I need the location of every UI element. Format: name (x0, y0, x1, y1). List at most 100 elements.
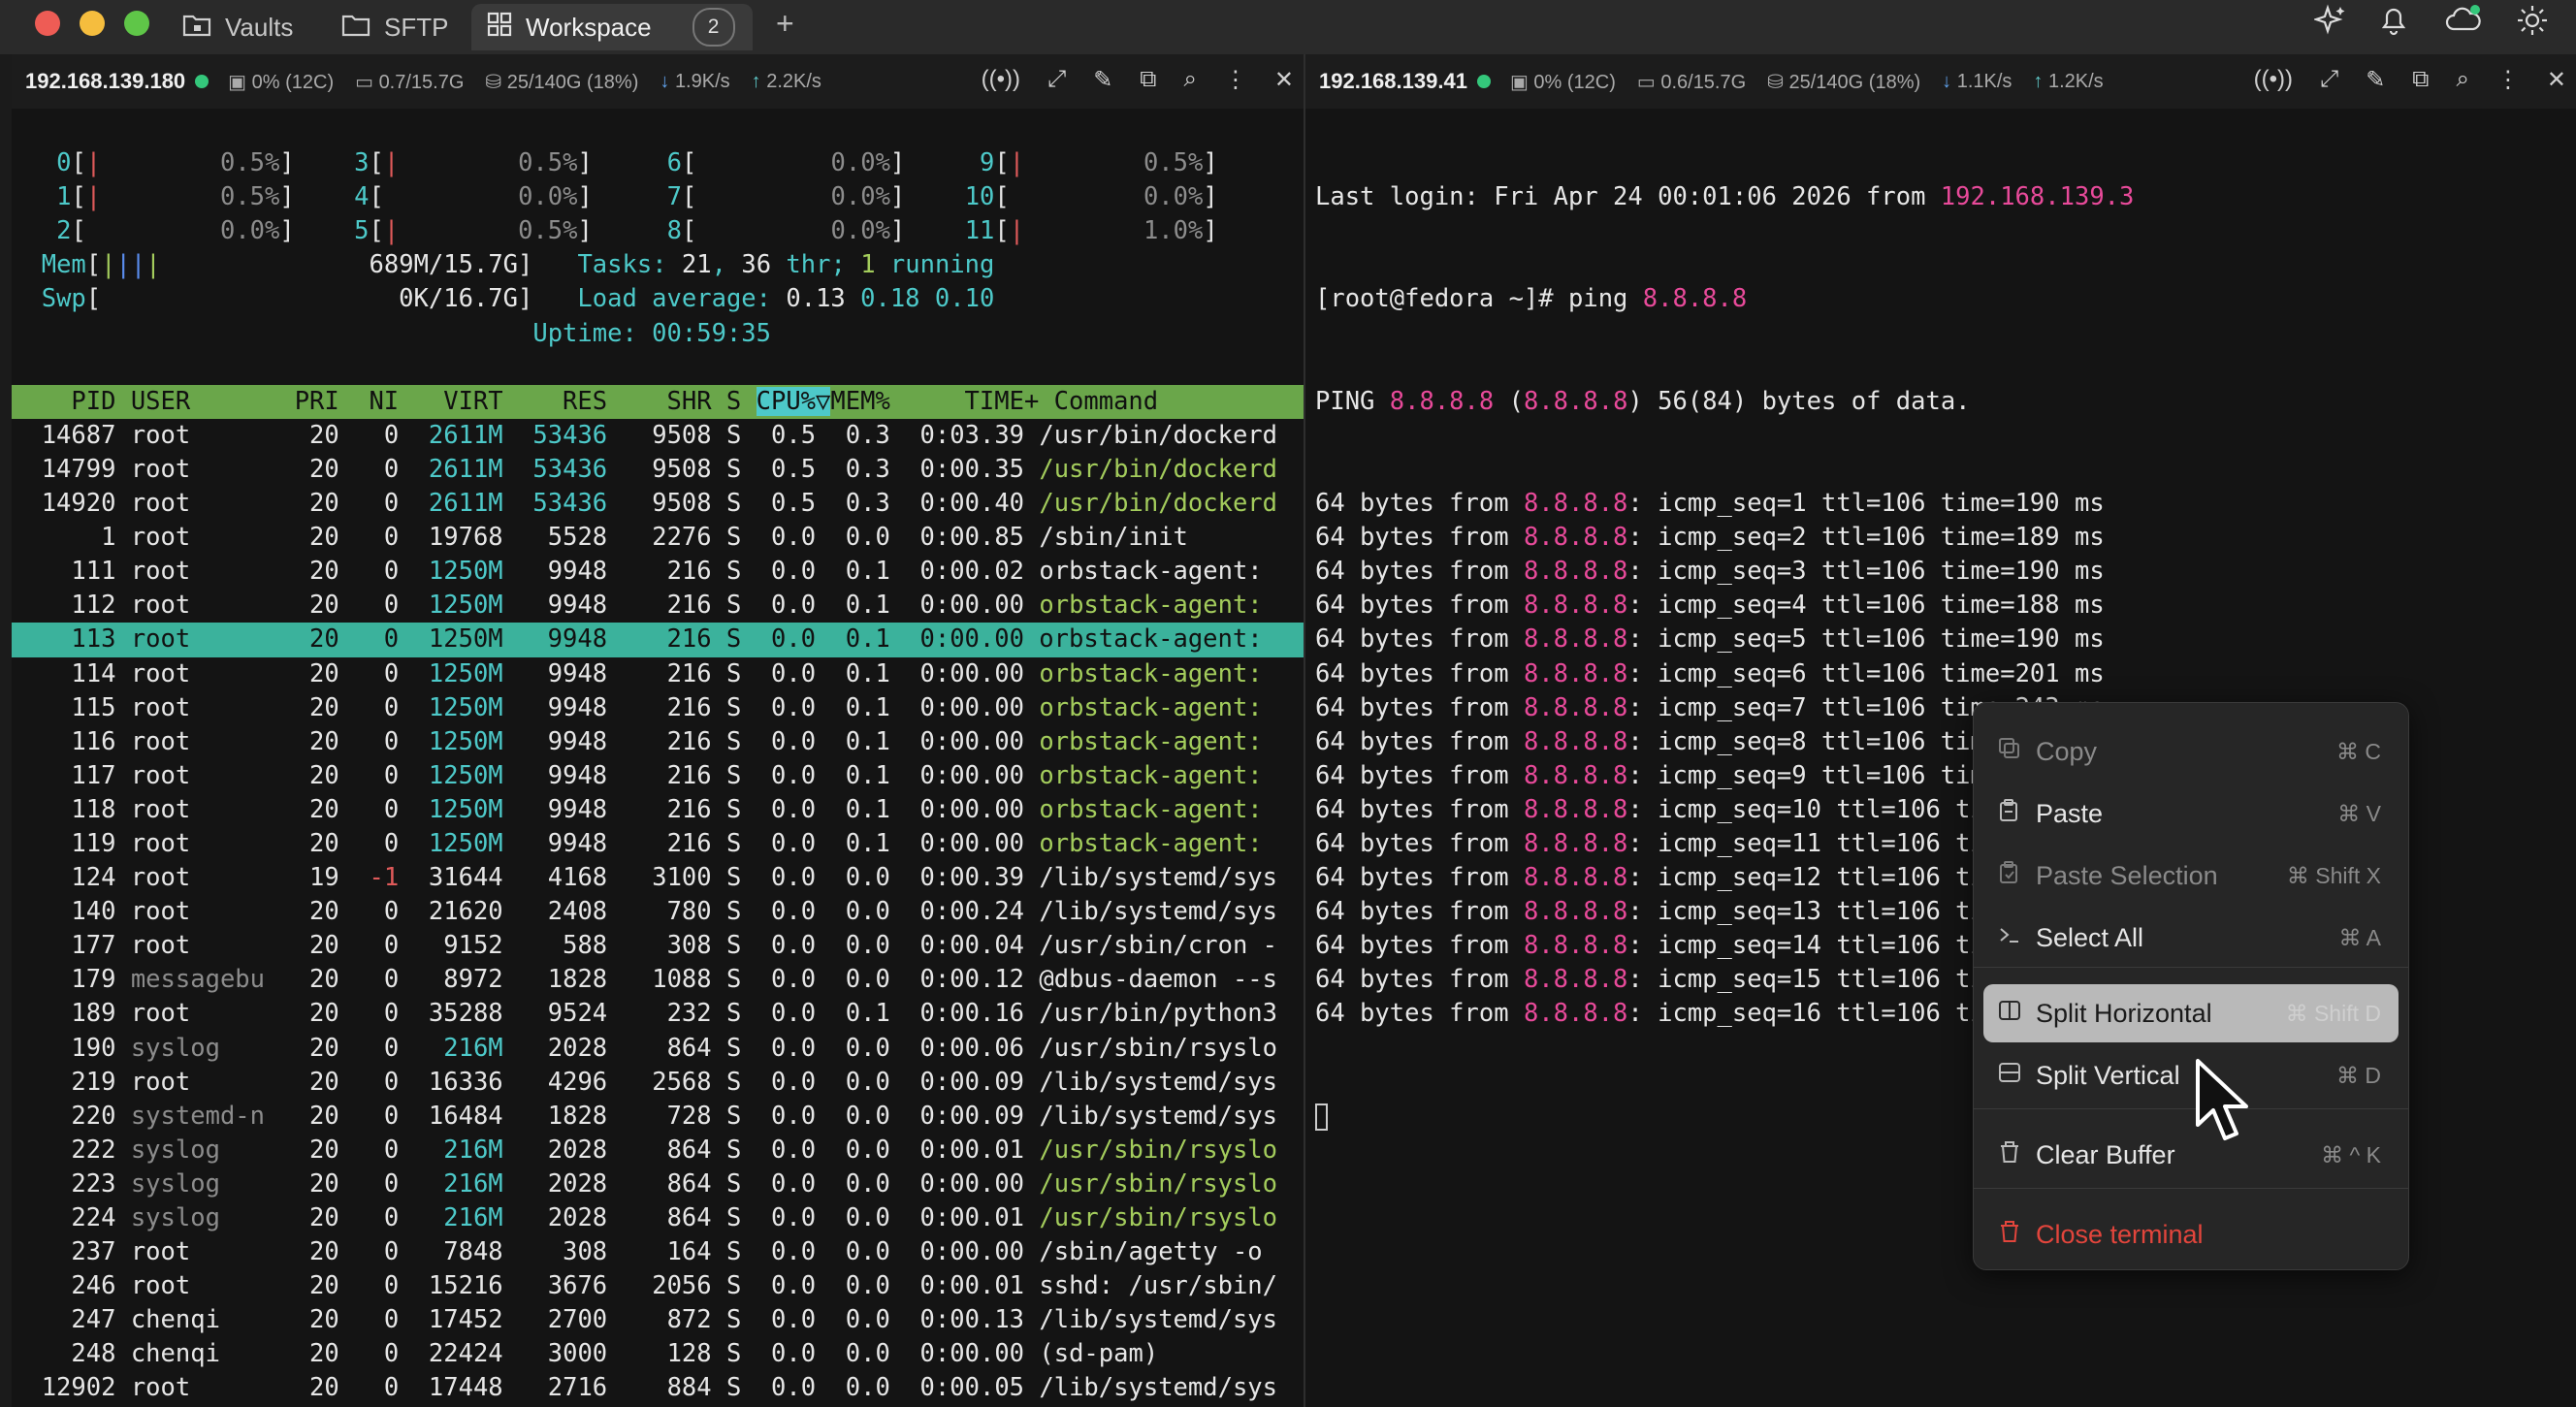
menu-item-copy[interactable]: Copy ⌘ C (1983, 722, 2399, 781)
table-row[interactable]: 220 systemd-n 20 0 16484 1828 728 S 0.0 … (12, 1100, 1304, 1134)
cloud-icon[interactable] (2444, 4, 2483, 45)
folder-lock-icon (182, 12, 211, 44)
upload-arrow-icon: ↑ (751, 70, 761, 92)
add-tab-button[interactable]: + (776, 6, 794, 42)
terminal-pane-left[interactable]: 192.168.139.180 ▣ 0% (12C) ▭ 0.7/15.7G ⛁… (12, 54, 1304, 1407)
table-row[interactable]: 124 root 19 -1 31644 4168 3100 S 0.0 0.0… (12, 861, 1304, 895)
table-row[interactable]: 246 root 20 0 15216 3676 2056 S 0.0 0.0 … (12, 1269, 1304, 1303)
table-row[interactable]: 222 syslog 20 0 216M 2028 864 S 0.0 0.0 … (12, 1134, 1304, 1167)
brush-icon[interactable]: ✎ (2366, 66, 2385, 94)
htop-output[interactable]: 0[| 0.5%] 3[| 0.5%] 6[ 0.0%] 9[| 0.5%] 1… (12, 112, 1304, 1407)
uptime-line: Uptime: 00:59:35 (532, 318, 771, 348)
last-login-line: Last login: Fri Apr 24 00:01:06 2026 fro… (1315, 182, 2135, 212)
close-window-button[interactable] (35, 11, 60, 36)
tab-sftp[interactable]: SFTP (326, 4, 464, 50)
tab-count-badge: 2 (692, 8, 735, 47)
table-row[interactable]: 14687 root 20 0 2611M 53436 9508 S 0.5 0… (12, 419, 1304, 453)
table-row[interactable]: 111 root 20 0 1250M 9948 216 S 0.0 0.1 0… (12, 555, 1304, 589)
disk-stat: ⛁ 25/140G (18%) (1767, 71, 1921, 93)
table-row[interactable]: 219 root 20 0 16336 4296 2568 S 0.0 0.0 … (12, 1066, 1304, 1100)
table-row[interactable]: 115 root 20 0 1250M 9948 216 S 0.0 0.1 0… (12, 691, 1304, 725)
window-left-edge (0, 54, 12, 1407)
ping-reply-line: 64 bytes from 8.8.8.8: icmp_seq=6 ttl=10… (1315, 658, 2105, 688)
split-vertical-icon (1997, 1060, 2036, 1092)
grid-icon (487, 12, 512, 44)
table-row[interactable]: 223 syslog 20 0 216M 2028 864 S 0.0 0.0 … (12, 1167, 1304, 1201)
more-icon[interactable]: ⋮ (1224, 66, 1247, 94)
menu-item-clear-buffer[interactable]: Clear Buffer ⌘ ^ K (1983, 1126, 2399, 1184)
close-icon[interactable]: ✕ (1274, 66, 1294, 94)
table-row[interactable]: 14920 root 20 0 2611M 53436 9508 S 0.5 0… (12, 487, 1304, 521)
download-stat: ↓ 1.9K/s (660, 70, 730, 92)
table-row[interactable]: 117 root 20 0 1250M 9948 216 S 0.0 0.1 0… (12, 759, 1304, 793)
table-row[interactable]: 237 root 20 0 7848 308 164 S 0.0 0.0 0:0… (12, 1235, 1304, 1269)
host-address: 192.168.139.180 (25, 69, 186, 93)
minimize-window-button[interactable] (80, 11, 105, 36)
table-row[interactable]: 177 root 20 0 9152 588 308 S 0.0 0.0 0:0… (12, 929, 1304, 963)
search-icon[interactable]: ⌕ (2456, 66, 2468, 94)
table-row[interactable]: 189 root 20 0 35288 9524 232 S 0.0 0.1 0… (12, 997, 1304, 1031)
more-icon[interactable]: ⋮ (2496, 66, 2520, 94)
menu-separator (1974, 1108, 2408, 1109)
ping-reply-line: 64 bytes from 8.8.8.8: icmp_seq=3 ttl=10… (1315, 557, 2105, 587)
memory-icon: ▭ (1636, 71, 1661, 93)
table-row[interactable]: 190 syslog 20 0 216M 2028 864 S 0.0 0.0 … (12, 1032, 1304, 1066)
table-row[interactable]: 140 root 20 0 21620 2408 780 S 0.0 0.0 0… (12, 895, 1304, 929)
ping-reply-line: 64 bytes from 8.8.8.8: icmp_seq=2 ttl=10… (1315, 523, 2105, 553)
online-status-dot (1476, 75, 1491, 88)
menu-item-split-horizontal[interactable]: Split Horizontal ⌘ Shift D (1983, 984, 2399, 1042)
table-row[interactable]: 114 root 20 0 1250M 9948 216 S 0.0 0.1 0… (12, 657, 1304, 691)
split-horizontal-icon (1997, 998, 2036, 1030)
table-row[interactable]: 119 root 20 0 1250M 9948 216 S 0.0 0.1 0… (12, 827, 1304, 861)
menu-item-paste-selection[interactable]: Paste Selection ⌘ Shift X (1983, 847, 2399, 905)
title-bar: Vaults SFTP Workspace 2 + (0, 0, 2576, 54)
menu-item-label: Paste Selection (2036, 860, 2218, 890)
tab-workspace[interactable]: Workspace 2 (471, 4, 753, 50)
table-row[interactable]: 112 root 20 0 1250M 9948 216 S 0.0 0.1 0… (12, 589, 1304, 623)
tab-vaults[interactable]: Vaults (167, 4, 308, 50)
maximize-window-button[interactable] (124, 11, 149, 36)
sparkle-icon[interactable] (2312, 4, 2347, 45)
menu-item-label: Split Horizontal (2036, 998, 2212, 1028)
sun-icon[interactable] (2516, 4, 2549, 45)
broadcast-icon[interactable]: ((•)) (2254, 66, 2293, 94)
table-row[interactable]: 116 root 20 0 1250M 9948 216 S 0.0 0.1 0… (12, 725, 1304, 759)
broadcast-icon[interactable]: ((•)) (982, 66, 1020, 94)
disk-icon: ⛁ (1767, 71, 1789, 93)
ping-reply-line: 64 bytes from 8.8.8.8: icmp_seq=4 ttl=10… (1315, 591, 2105, 621)
table-row[interactable]: 224 syslog 20 0 216M 2028 864 S 0.0 0.0 … (12, 1201, 1304, 1235)
table-row[interactable]: 248 chenqi 20 0 22424 3000 128 S 0.0 0.0… (12, 1337, 1304, 1371)
cpu-meter-row: 2[ 0.0%] 5[| 0.5%] 8[ 0.0%] 11[| 1.0%] (41, 216, 1218, 246)
table-row[interactable]: 113 root 20 0 1250M 9948 216 S 0.0 0.1 0… (12, 623, 1304, 657)
search-icon[interactable]: ⌕ (1183, 66, 1196, 94)
process-table-header[interactable]: PID USER PRI NI VIRT RES SHR S CPU%▽MEM%… (12, 384, 1304, 419)
split-icon[interactable]: ⧉ (2412, 66, 2429, 94)
menu-item-paste[interactable]: Paste ⌘ V (1983, 784, 2399, 843)
host-address: 192.168.139.41 (1319, 69, 1467, 93)
table-row[interactable]: 12902 root 20 0 17448 2716 884 S 0.0 0.0… (12, 1371, 1304, 1405)
mouse-pointer-icon (2194, 1057, 2252, 1151)
expand-icon[interactable]: ⤢ (2320, 66, 2338, 94)
menu-item-split-vertical[interactable]: Split Vertical ⌘ D (1983, 1046, 2399, 1104)
folder-icon (341, 12, 370, 44)
trash-icon (1997, 1219, 2036, 1251)
table-row[interactable]: 179 messagebu 20 0 8972 1828 1088 S 0.0 … (12, 963, 1304, 997)
menu-item-select-all[interactable]: Select All ⌘ A (1983, 909, 2399, 967)
menu-item-shortcut: ⌘ V (2337, 800, 2381, 826)
brush-icon[interactable]: ✎ (1093, 66, 1112, 94)
download-arrow-icon: ↓ (1942, 70, 1952, 92)
expand-icon[interactable]: ⤢ (1047, 66, 1066, 94)
table-row[interactable]: 118 root 20 0 1250M 9948 216 S 0.0 0.1 0… (12, 793, 1304, 827)
menu-item-shortcut: ⌘ Shift D (2285, 1000, 2381, 1026)
table-row[interactable]: 247 chenqi 20 0 17452 2700 872 S 0.0 0.0… (12, 1303, 1304, 1337)
table-row[interactable]: 1 root 20 0 19768 5528 2276 S 0.0 0.0 0:… (12, 521, 1304, 555)
menu-item-shortcut: ⌘ C (2336, 738, 2381, 764)
menu-item-label: Split Vertical (2036, 1060, 2180, 1090)
split-icon[interactable]: ⧉ (1140, 66, 1156, 94)
table-row[interactable]: 14799 root 20 0 2611M 53436 9508 S 0.5 0… (12, 453, 1304, 487)
menu-item-close-terminal[interactable]: Close terminal (1983, 1205, 2399, 1263)
bell-icon[interactable] (2378, 4, 2409, 45)
menu-item-shortcut: ⌘ A (2338, 924, 2381, 950)
close-icon[interactable]: ✕ (2547, 66, 2566, 94)
menu-item-label: Paste (2036, 798, 2104, 828)
